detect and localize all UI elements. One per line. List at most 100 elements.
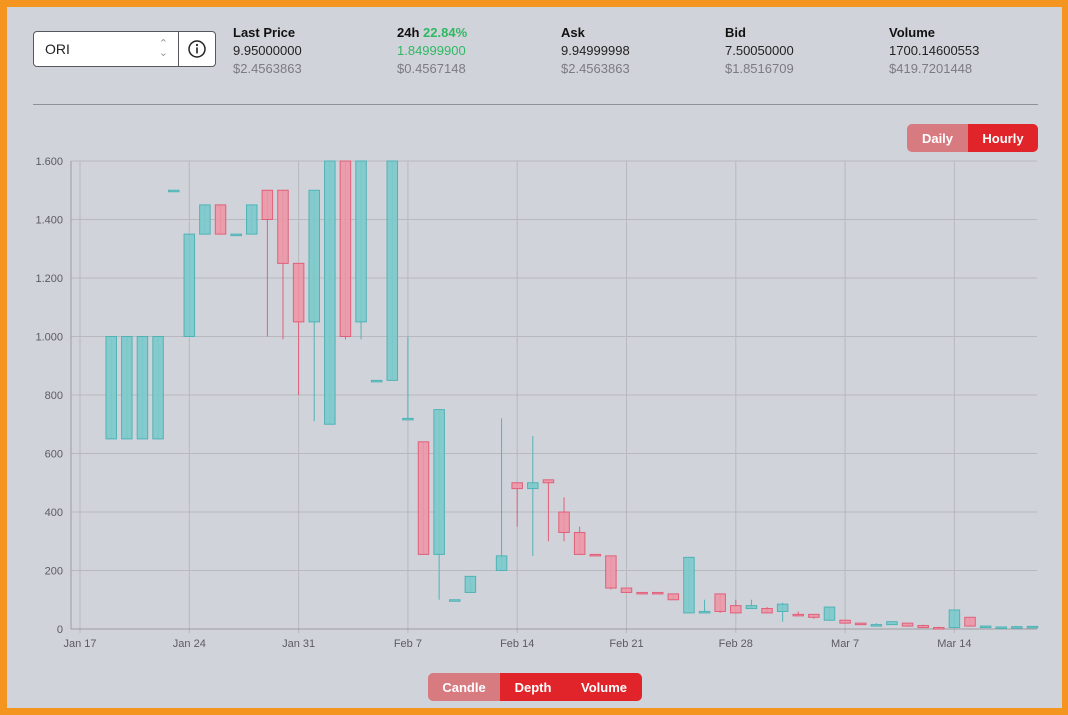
candle-body: [589, 553, 602, 557]
stat-volume: Volume 1700.14600553 $419.7201448: [889, 24, 979, 78]
stat-value: 1.84999900: [397, 43, 466, 58]
market-symbol: ORI: [45, 41, 70, 57]
market-selector[interactable]: ORI ⌃ ⌄: [33, 31, 216, 67]
candle-body: [714, 593, 726, 612]
candle-button[interactable]: Candle: [428, 673, 500, 701]
x-tick-label: Mar 7: [831, 638, 859, 650]
candle-body: [776, 603, 789, 612]
candle-body: [121, 336, 133, 440]
chevron-updown-icon: ⌃ ⌄: [158, 38, 168, 59]
candle-body: [292, 262, 305, 323]
candle-body: [199, 204, 211, 235]
candle-body: [230, 233, 242, 237]
candle-body: [136, 336, 149, 440]
candle-body: [402, 417, 414, 421]
candle-body: [167, 189, 180, 193]
y-tick-label: 1.600: [35, 156, 63, 168]
x-tick-label: Feb 28: [719, 638, 753, 650]
candle-body: [448, 599, 461, 602]
candle-body: [152, 336, 164, 440]
stat-ask: Ask 9.94999998 $2.4563863: [561, 24, 630, 78]
x-tick-label: Mar 14: [937, 638, 971, 650]
candle-body: [339, 160, 352, 337]
candle-body: [324, 160, 336, 425]
candle-body: [870, 624, 883, 627]
stat-value: 7.50050000: [725, 43, 794, 58]
candle-body: [698, 610, 711, 614]
volume-button[interactable]: Volume: [566, 673, 642, 701]
stat-value: 9.94999998: [561, 43, 630, 58]
y-tick-label: 1.200: [35, 273, 63, 285]
candle-body: [370, 379, 383, 383]
candle-body: [808, 613, 820, 618]
stat-value: 1700.14600553: [889, 43, 980, 58]
candle-body: [527, 482, 539, 490]
candle-body: [183, 233, 196, 337]
candle-body: [542, 479, 555, 484]
stat-value-usd: $419.7201448: [889, 61, 973, 76]
candle-body: [464, 575, 477, 593]
candle-body: [761, 608, 773, 614]
stat-change-percent: 22.84%: [423, 25, 468, 40]
info-icon: [188, 40, 206, 58]
candle-body: [730, 605, 742, 614]
candle-body: [277, 189, 289, 264]
candle-body: [839, 619, 851, 624]
market-select[interactable]: ORI ⌃ ⌄: [34, 32, 178, 66]
stat-value-usd: $0.4567148: [397, 61, 466, 76]
candle-body: [605, 555, 617, 589]
stat-label: Bid: [725, 25, 746, 40]
candle-body: [979, 625, 992, 629]
candle-body: [823, 606, 836, 621]
candle-body: [1011, 626, 1023, 629]
candle-body: [417, 441, 430, 555]
candle-body: [386, 160, 399, 381]
stat-value-usd: $2.4563863: [561, 61, 630, 76]
candle-body: [511, 482, 523, 490]
candle-body: [948, 609, 961, 629]
candle-body: [355, 160, 367, 323]
candle-body: [214, 204, 227, 235]
stat-last-price: Last Price 9.95000000 $2.4563863: [233, 24, 302, 78]
stat-label: 24h 22.84%: [397, 24, 467, 42]
y-tick-label: 600: [45, 449, 63, 461]
candle-body: [792, 613, 805, 617]
stat-label-text: 24h: [397, 25, 420, 40]
candle-body: [246, 204, 258, 235]
stat-24h: 24h 22.84% 1.84999900 $0.4567148: [397, 24, 467, 78]
y-tick-label: 800: [45, 390, 63, 402]
x-tick-label: Jan 31: [282, 638, 315, 650]
y-tick-label: 1.000: [35, 332, 63, 344]
candlestick-chart: 0 200 400 600 800 1.000 1.200 1.400 1.600 Jan 17 J…: [35, 156, 1039, 650]
candle-body: [558, 511, 570, 533]
x-tick-label: Jan 17: [63, 638, 96, 650]
chart-panel: ORI ⌃ ⌄ Last Price 9.95000000 $2.4563863 …: [7, 7, 1062, 708]
info-button[interactable]: [178, 32, 215, 66]
stat-value-usd: $2.4563863: [233, 61, 302, 76]
y-tick-label: 0: [57, 624, 63, 636]
candle-body: [573, 531, 586, 555]
candle-body: [917, 624, 929, 629]
header-divider: [33, 104, 1038, 105]
candle-body: [901, 622, 914, 627]
candle-body: [308, 189, 320, 323]
y-tick-label: 400: [45, 507, 63, 519]
stat-bid: Bid 7.50050000 $1.8516709: [725, 24, 794, 78]
candle-body: [854, 622, 867, 626]
candle-body: [433, 409, 445, 555]
y-tick-label: 1.400: [35, 215, 63, 227]
candle-body: [620, 587, 633, 593]
candle-body: [1026, 625, 1039, 629]
x-tick-label: Feb 7: [394, 638, 422, 650]
depth-button[interactable]: Depth: [500, 673, 566, 701]
y-tick-label: 200: [45, 566, 63, 578]
candle-body: [105, 336, 117, 440]
stat-value-usd: $1.8516709: [725, 61, 794, 76]
candle-body: [683, 556, 695, 614]
candle-body: [261, 189, 274, 220]
candle-body: [995, 626, 1007, 629]
stat-value: 9.95000000: [233, 43, 302, 58]
stat-label: Ask: [561, 25, 585, 40]
candle-body: [886, 621, 898, 626]
candle-body: [933, 627, 945, 630]
